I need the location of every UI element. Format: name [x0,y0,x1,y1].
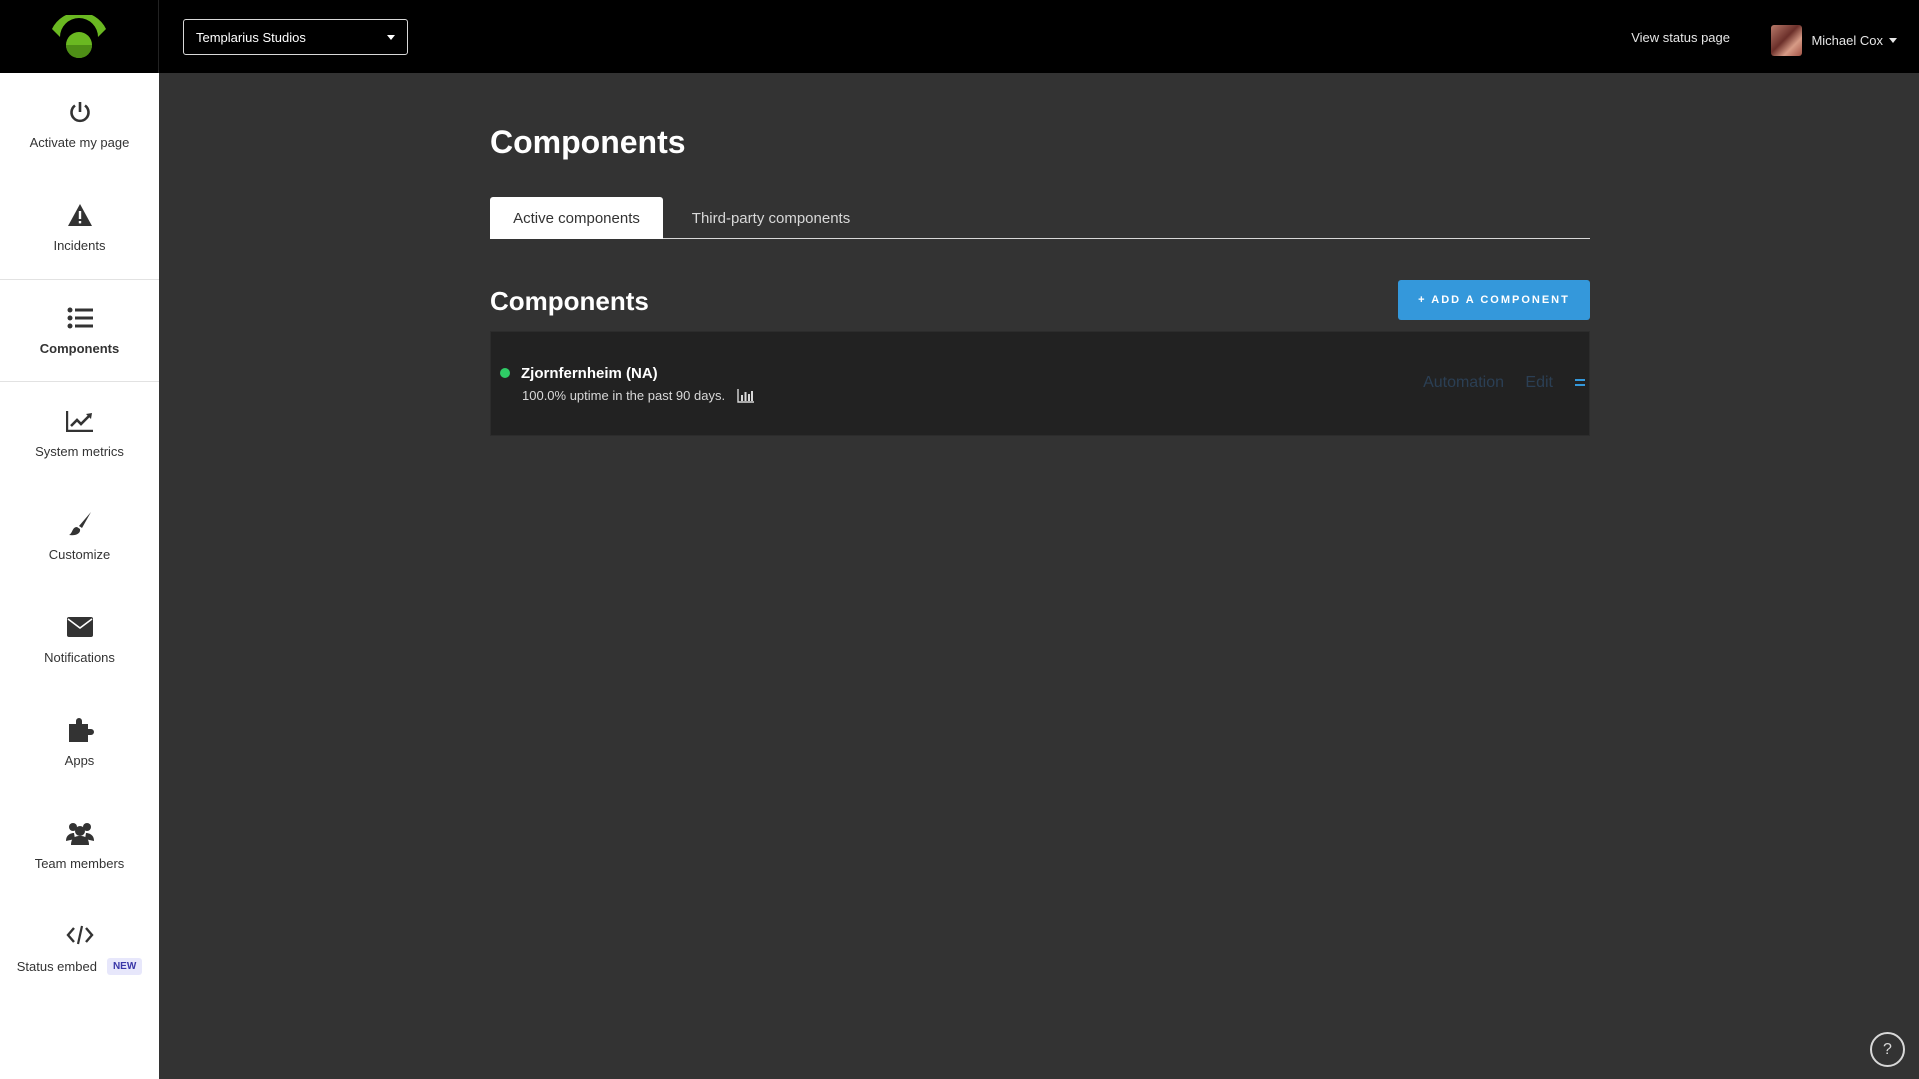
edit-link[interactable]: Edit [1525,374,1553,392]
code-icon [65,922,94,948]
user-menu[interactable]: Michael Cox [1771,25,1897,56]
sidebar-item-incidents[interactable]: Incidents [0,176,159,279]
statuspage-logo-icon [52,14,106,58]
section-title: Components [490,286,649,316]
sidebar-item-label: System metrics [35,444,124,459]
caret-down-icon [1889,38,1897,43]
sidebar-item-label: Activate my page [29,135,130,150]
new-badge: NEW [106,958,143,975]
help-button[interactable]: ? [1870,1032,1905,1067]
page-selector-dropdown[interactable]: Templarius Studios [183,19,408,55]
drag-handle-icon[interactable] [1575,379,1585,386]
power-icon [68,99,92,125]
sidebar-item-label: Notifications [44,650,115,665]
sidebar-item-label: Components [39,341,120,356]
page-title: Components [490,124,686,160]
sidebar-item-apps[interactable]: Apps [0,691,159,794]
warning-icon [67,202,93,228]
sidebar-item-label-row: Status embed NEW [17,958,143,975]
status-dot [500,368,510,378]
sidebar-item-label: Apps [64,753,95,768]
avatar [1771,25,1803,56]
component-tabs: Active components Third-party components [490,197,1590,239]
tab-third-party-components[interactable]: Third-party components [663,197,879,239]
sidebar-item-components[interactable]: Components [0,279,159,382]
sidebar-item-team-members[interactable]: Team members [0,794,159,897]
sidebar-item-status-embed[interactable]: Status embed NEW [0,897,159,1000]
puzzle-icon [66,717,94,743]
sidebar-item-label: Incidents [53,238,106,253]
tab-active-components[interactable]: Active components [490,197,663,239]
bar-chart-icon[interactable] [737,388,755,403]
list-icon [67,305,93,331]
sidebar: Activate my page Incidents Components Sy… [0,73,159,1079]
sidebar-item-label: Team members [34,856,125,871]
users-icon [65,820,94,846]
top-bar: Templarius Studios View status page Mich… [0,0,1919,73]
sidebar-item-customize[interactable]: Customize [0,485,159,588]
sidebar-item-label: Customize [48,547,111,562]
page-selector-value: Templarius Studios [196,29,306,45]
component-name: Zjornfernheim (NA) [521,365,658,382]
user-name: Michael Cox [1811,33,1883,48]
automation-link[interactable]: Automation [1423,374,1504,392]
brush-icon [67,511,93,537]
logo[interactable] [0,0,159,73]
caret-down-icon [387,35,395,40]
component-row: Zjornfernheim (NA) 100.0% uptime in the … [490,331,1590,436]
envelope-icon [66,614,93,640]
uptime-text: 100.0% uptime in the past 90 days. [522,388,726,403]
line-chart-icon [65,408,94,434]
sidebar-item-activate[interactable]: Activate my page [0,73,159,176]
sidebar-item-system-metrics[interactable]: System metrics [0,382,159,485]
sidebar-item-label: Status embed [16,959,97,974]
component-uptime: 100.0% uptime in the past 90 days. [522,388,755,403]
sidebar-item-notifications[interactable]: Notifications [0,588,159,691]
add-component-button[interactable]: + ADD A COMPONENT [1398,280,1590,320]
view-status-page-link[interactable]: View status page [1631,30,1730,45]
